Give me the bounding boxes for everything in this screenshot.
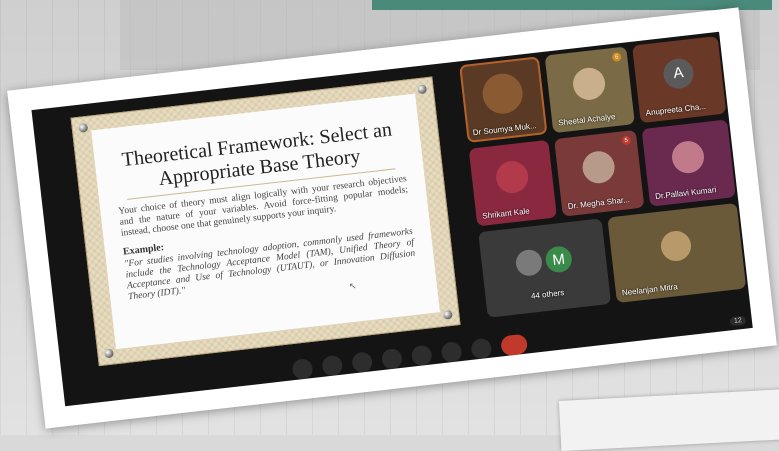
presentation-slide: Theoretical Framework: Select an Appropr… [70,76,461,367]
present-button[interactable] [410,344,433,367]
pin-icon [78,122,89,133]
background-card [558,389,779,451]
participant-grid: Dr Soumya Muk... 6 Sheetal Achalye A Anu… [459,35,752,354]
participant-tile[interactable]: 6 Sheetal Achalye [544,46,635,134]
avatar [670,139,706,175]
more-options-button[interactable] [470,337,493,360]
pin-icon [104,348,114,359]
participant-tile[interactable]: 5 Dr. Megha Shar... [554,129,645,217]
pin-icon [442,309,453,320]
background-teal-strip [372,0,772,10]
participant-tile[interactable]: Dr Soumya Muk... [459,56,548,143]
slide-content: Theoretical Framework: Select an Appropr… [91,93,440,350]
participant-tile[interactable]: A Anupreeta Cha... [632,35,727,124]
leave-call-button[interactable] [500,333,529,357]
captions-button[interactable] [351,351,374,374]
mouse-cursor-icon: ↖ [348,280,357,292]
participant-tile[interactable]: Shrikant Kale [468,139,557,227]
participant-name: Anupreeta Cha... [645,101,707,118]
reactions-button[interactable] [380,347,404,370]
notification-badge: 5 [621,135,632,146]
participant-name: Shrikant Kale [481,206,531,221]
avatar: M [544,245,574,274]
participant-name: Neelanjan Mitra [621,282,679,298]
participant-name: Dr. Megha Shar... [567,195,631,211]
avatar [571,65,607,102]
participant-name: Sheetal Achalye [557,112,616,128]
participant-name: 44 others [530,288,565,301]
camera-button[interactable] [321,354,344,377]
participant-tile-others[interactable]: M 44 others [478,218,612,318]
participant-tile[interactable]: Dr.Pallavi Kumari [641,119,736,207]
participant-name: Dr.Pallavi Kumari [654,185,717,202]
avatar [514,248,544,278]
avatar [480,71,525,116]
participant-tile[interactable]: Neelanjan Mitra [607,202,747,304]
avatar [580,149,617,185]
avatar [494,159,530,195]
meeting-screen: Theoretical Framework: Select an Appropr… [31,31,753,407]
raise-hand-button[interactable] [440,341,463,364]
mic-button[interactable] [291,358,314,381]
pin-icon [417,84,428,95]
avatar [659,229,693,263]
participant-name: Dr Soumya Muk... [472,121,537,138]
avatar: A [661,56,696,90]
notification-badge: 6 [611,52,622,63]
